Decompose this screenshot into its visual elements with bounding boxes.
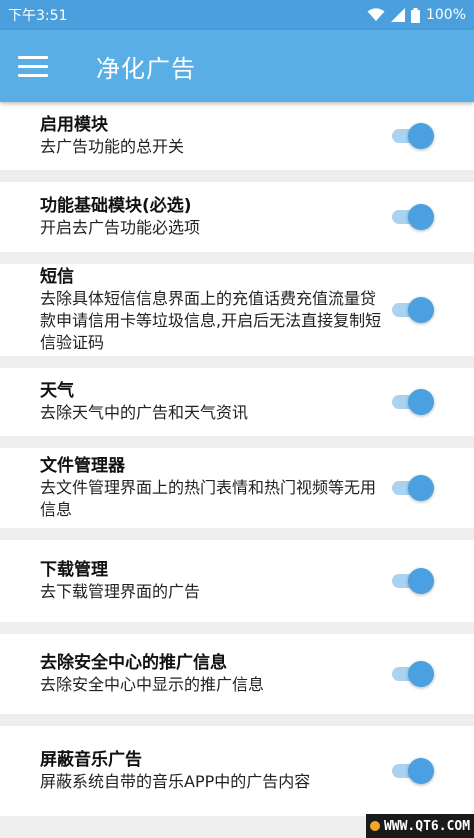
sms-toggle[interactable] — [392, 295, 434, 325]
battery-icon — [410, 7, 420, 23]
setting-desc: 去除安全中心中显示的推广信息 — [40, 675, 265, 694]
file-manager-toggle[interactable] — [392, 473, 434, 503]
setting-item-weather[interactable]: 天气 去除天气中的广告和天气资讯 — [0, 368, 474, 436]
setting-title: 屏蔽音乐广告 — [40, 750, 142, 770]
page-title: 净化广告 — [96, 54, 196, 83]
setting-desc: 去除具体短信信息界面上的充值话费充值流量贷款申请信用卡等垃圾信息,开启后无法直接… — [40, 289, 382, 352]
setting-desc: 去文件管理界面上的热门表情和热门视频等无用信息 — [40, 478, 377, 519]
signal-icon — [390, 8, 405, 22]
watermark-logo-icon — [369, 821, 380, 831]
settings-list: 启用模块 去广告功能的总开关 功能基础模块(必选) 开启去广告功能必选项 短信 … — [0, 102, 474, 816]
setting-item-file-manager[interactable]: 文件管理器 去文件管理界面上的热门表情和热门视频等无用信息 — [0, 448, 474, 528]
setting-title: 文件管理器 — [40, 456, 125, 476]
setting-desc: 开启去广告功能必选项 — [40, 218, 201, 237]
app-bar: 净化广告 — [0, 30, 474, 102]
battery-level: 100% — [425, 7, 466, 23]
watermark-text: WWW.QT6.COM — [383, 818, 471, 834]
music-ads-toggle[interactable] — [392, 756, 434, 786]
security-center-toggle[interactable] — [392, 659, 434, 689]
setting-item-download-manager[interactable]: 下载管理 去下载管理界面的广告 — [0, 540, 474, 622]
menu-icon[interactable] — [18, 46, 58, 86]
status-bar: 下午3:51 100% — [0, 0, 474, 30]
setting-item-security-center[interactable]: 去除安全中心的推广信息 去除安全中心中显示的推广信息 — [0, 634, 474, 714]
setting-title: 下载管理 — [40, 560, 108, 580]
status-icons: 100% — [367, 7, 466, 23]
setting-item-sms[interactable]: 短信 去除具体短信信息界面上的充值话费充值流量贷款申请信用卡等垃圾信息,开启后无… — [0, 264, 474, 356]
setting-item-base-module[interactable]: 功能基础模块(必选) 开启去广告功能必选项 — [0, 182, 474, 252]
setting-title: 短信 — [40, 267, 74, 287]
status-time: 下午3:51 — [8, 8, 68, 24]
enable-module-toggle[interactable] — [392, 121, 434, 151]
wifi-icon — [367, 8, 385, 21]
setting-title: 去除安全中心的推广信息 — [40, 653, 227, 673]
setting-title: 功能基础模块(必选) — [40, 196, 192, 216]
base-module-toggle[interactable] — [392, 202, 434, 232]
weather-toggle[interactable] — [392, 387, 434, 417]
setting-item-music-ads[interactable]: 屏蔽音乐广告 屏蔽系统自带的音乐APP中的广告内容 — [0, 726, 474, 816]
setting-desc: 去广告功能的总开关 — [40, 137, 185, 156]
setting-desc: 去下载管理界面的广告 — [40, 582, 201, 601]
setting-desc: 去除天气中的广告和天气资讯 — [40, 403, 249, 422]
setting-desc: 屏蔽系统自带的音乐APP中的广告内容 — [40, 772, 311, 791]
watermark: WWW.QT6.COM — [366, 814, 474, 838]
setting-title: 启用模块 — [40, 115, 108, 135]
download-manager-toggle[interactable] — [392, 566, 434, 596]
setting-item-enable-module[interactable]: 启用模块 去广告功能的总开关 — [0, 102, 474, 170]
setting-title: 天气 — [40, 381, 74, 401]
